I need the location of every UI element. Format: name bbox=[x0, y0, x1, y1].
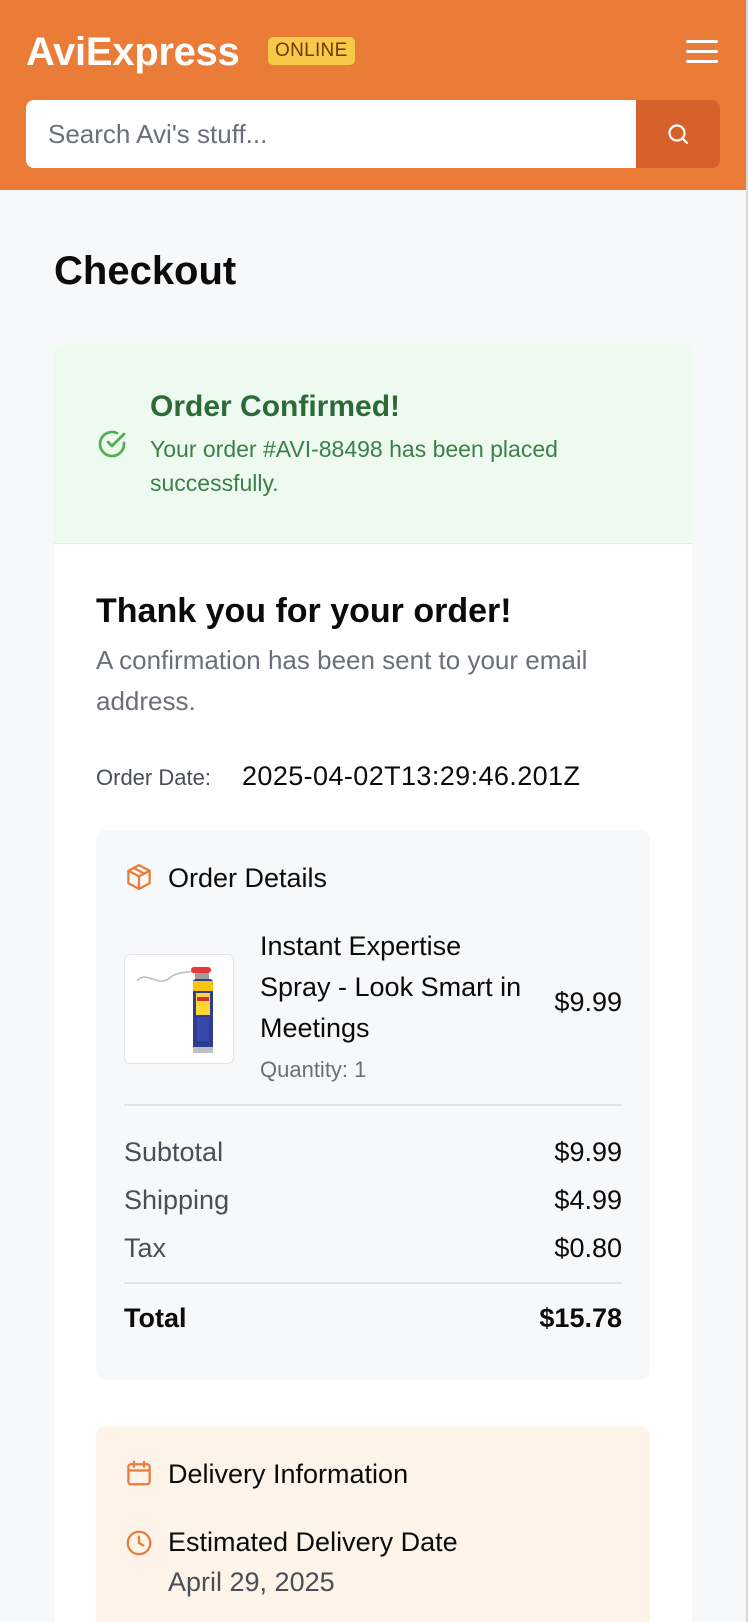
divider bbox=[124, 1104, 622, 1106]
order-date-value: 2025-04-02T13:29:46.201Z bbox=[242, 761, 581, 791]
product-image[interactable] bbox=[124, 954, 234, 1064]
summary-row-total: Total $15.78 bbox=[124, 1298, 622, 1338]
product-price: $9.99 bbox=[554, 987, 622, 1017]
confirmation-email-note: A confirmation has been sent to your ema… bbox=[96, 645, 588, 716]
order-details-heading: Order Details bbox=[168, 863, 328, 893]
hamburger-icon-line bbox=[686, 40, 718, 43]
spray-can-image bbox=[136, 967, 213, 1053]
summary-row-shipping: Shipping $4.99 bbox=[124, 1180, 622, 1220]
hamburger-icon-line bbox=[686, 50, 718, 53]
search-input[interactable] bbox=[26, 100, 636, 168]
product-name[interactable]: Instant Expertise Spray - Look Smart in … bbox=[260, 926, 530, 1049]
summary-row-tax: Tax $0.80 bbox=[124, 1228, 622, 1268]
confirmation-title: Order Confirmed! bbox=[150, 390, 401, 423]
total-value: $15.78 bbox=[539, 1303, 622, 1333]
order-confirmed-banner: Order Confirmed! Your order #AVI-88498 h… bbox=[54, 344, 692, 544]
hamburger-icon-line bbox=[686, 60, 718, 63]
site-header: AviExpress ONLINE bbox=[0, 0, 746, 190]
estimated-delivery-date: April 29, 2025 bbox=[168, 1567, 335, 1597]
search-button[interactable] bbox=[636, 100, 720, 168]
order-date-label: Order Date: bbox=[96, 765, 211, 790]
checkout-card: Order Confirmed! Your order #AVI-88498 h… bbox=[54, 344, 692, 1622]
status-badge: ONLINE bbox=[268, 37, 355, 65]
summary-value: $0.80 bbox=[554, 1233, 622, 1263]
search-icon bbox=[668, 124, 689, 145]
check-circle-icon bbox=[98, 430, 126, 458]
delivery-heading: Delivery Information bbox=[168, 1459, 409, 1489]
page-title: Checkout bbox=[54, 249, 237, 293]
clock-icon bbox=[126, 1530, 152, 1556]
summary-label: Shipping bbox=[124, 1185, 230, 1215]
estimated-delivery-label: Estimated Delivery Date bbox=[168, 1527, 458, 1557]
product-quantity: Quantity: 1 bbox=[260, 1057, 367, 1082]
summary-label: Tax bbox=[124, 1233, 167, 1263]
order-details-box: Order Details Instant Expertise Spray - … bbox=[96, 830, 650, 1380]
calendar-icon bbox=[127, 1460, 151, 1486]
menu-button[interactable] bbox=[684, 34, 720, 70]
summary-value: $9.99 bbox=[554, 1137, 622, 1167]
summary-value: $4.99 bbox=[554, 1185, 622, 1215]
brand-logo[interactable]: AviExpress bbox=[26, 26, 240, 78]
total-label: Total bbox=[124, 1303, 187, 1333]
thank-you-heading: Thank you for your order! bbox=[96, 592, 512, 630]
divider bbox=[124, 1282, 622, 1284]
package-icon bbox=[127, 864, 151, 890]
summary-label: Subtotal bbox=[124, 1137, 224, 1167]
delivery-information-box: Delivery Information Estimated Delivery … bbox=[96, 1426, 650, 1622]
summary-row-subtotal: Subtotal $9.99 bbox=[124, 1132, 622, 1172]
header-bar: AviExpress ONLINE bbox=[26, 26, 720, 78]
confirmation-message: Your order #AVI-88498 has been placed su… bbox=[150, 436, 558, 496]
